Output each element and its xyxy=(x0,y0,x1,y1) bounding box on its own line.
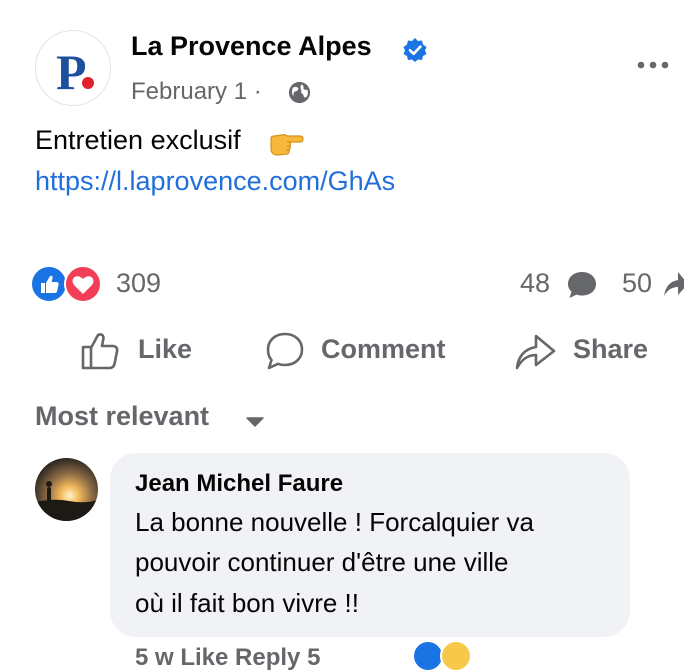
page-avatar[interactable]: P xyxy=(35,30,111,106)
shares-count[interactable]: 50 xyxy=(622,268,652,299)
comment-label: Comment xyxy=(321,334,446,364)
comment-text-line: La bonne nouvelle ! Forcalquier va xyxy=(135,507,534,537)
share-arrow-icon xyxy=(664,272,684,296)
thumbs-up-icon xyxy=(81,333,119,370)
share-label: Share xyxy=(573,334,649,364)
like-reaction-icon[interactable] xyxy=(30,265,68,303)
comment-author[interactable]: Jean Michel Faure xyxy=(135,470,343,498)
comment-meta-row[interactable]: 5 w Like Reply 5 xyxy=(135,644,320,672)
comments-count[interactable]: 48 xyxy=(520,268,550,299)
comment-button[interactable]: Comment xyxy=(264,330,474,372)
verified-badge-icon xyxy=(403,38,427,62)
comment-bubble-icon xyxy=(568,272,596,298)
like-button[interactable]: Like xyxy=(80,330,210,372)
comment-text-line: pouvoir continuer d'être une ville xyxy=(135,547,509,577)
page-name[interactable]: La Provence Alpes xyxy=(131,31,372,62)
reactions-count[interactable]: 309 xyxy=(116,268,161,299)
la-provence-logo: P xyxy=(56,44,94,100)
comment-text-line: où il fait bon vivre !! xyxy=(135,588,359,618)
post-date[interactable]: February 1 · xyxy=(131,78,262,106)
logo-letter: P xyxy=(56,44,87,100)
more-options-icon[interactable] xyxy=(636,59,672,71)
comments-filter[interactable]: Most relevant xyxy=(35,401,209,432)
post-text: Entretien exclusif xyxy=(35,125,241,155)
backhand-index-pointing-right-icon xyxy=(270,134,304,156)
commenter-avatar[interactable] xyxy=(35,458,98,521)
post-link[interactable]: https://l.laprovence.com/GhAs xyxy=(35,166,395,197)
like-label: Like xyxy=(138,334,193,364)
share-button[interactable]: Share xyxy=(514,330,674,372)
sunset-silhouette-image xyxy=(35,458,98,521)
globe-icon xyxy=(288,81,311,104)
chevron-down-icon[interactable] xyxy=(246,417,264,427)
comment-icon xyxy=(266,332,304,370)
haha-reaction-icon xyxy=(440,640,472,672)
love-reaction-icon[interactable] xyxy=(64,265,102,303)
share-icon xyxy=(515,334,556,370)
